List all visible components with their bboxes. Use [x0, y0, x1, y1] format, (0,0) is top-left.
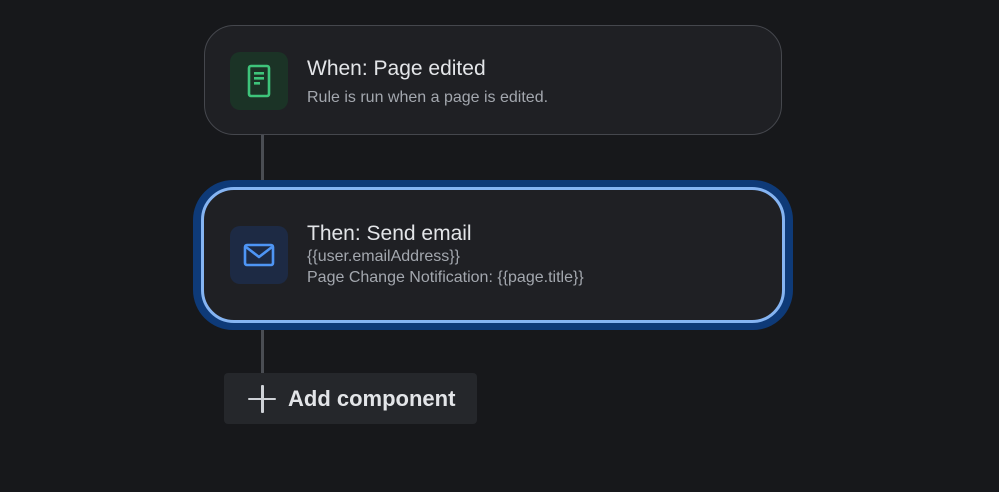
add-component-button[interactable]: Add component — [224, 373, 477, 424]
flow-connector-line — [261, 330, 264, 373]
trigger-title: When: Page edited — [307, 57, 486, 80]
trigger-text: When: Page edited Rule is run when a pag… — [307, 57, 548, 108]
trigger-card[interactable]: When: Page edited Rule is run when a pag… — [204, 25, 782, 135]
page-document-icon — [247, 64, 271, 98]
action-icon-box — [230, 226, 288, 284]
plus-icon — [247, 384, 277, 414]
mail-envelope-icon — [243, 243, 275, 267]
flow-connector-line — [261, 135, 264, 180]
trigger-icon-box — [230, 52, 288, 110]
trigger-description: Rule is run when a page is edited. — [307, 89, 549, 106]
action-text: Then: Send email {{user.emailAddress}} P… — [307, 222, 584, 288]
add-component-label: Add component — [288, 385, 456, 411]
action-card[interactable]: Then: Send email {{user.emailAddress}} P… — [201, 187, 785, 323]
rule-flow-canvas: When: Page edited Rule is run when a pag… — [0, 0, 999, 492]
action-subject: Page Change Notification: {{page.title}} — [307, 269, 584, 286]
action-recipient: {{user.emailAddress}} — [307, 248, 460, 265]
action-title: Then: Send email — [307, 222, 472, 245]
